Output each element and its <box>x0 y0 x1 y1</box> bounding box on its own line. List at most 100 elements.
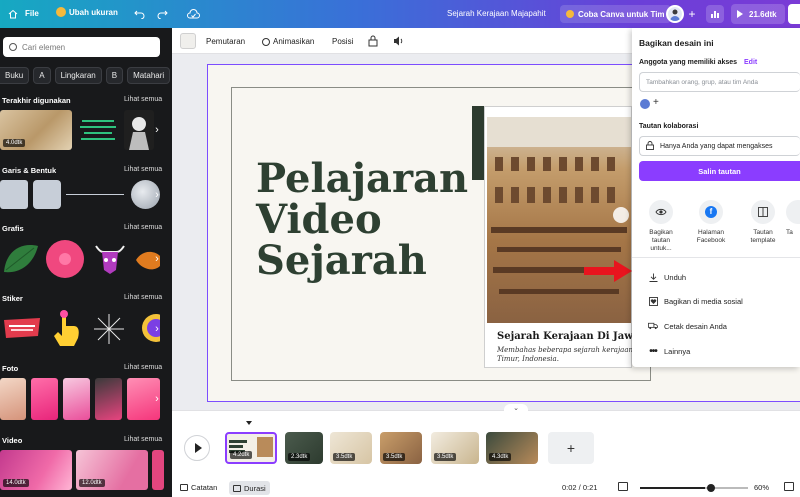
download-item[interactable]: Unduh <box>648 272 686 282</box>
access-select[interactable]: Hanya Anda yang dapat mengakses <box>639 136 800 156</box>
member-avatar[interactable] <box>639 98 651 110</box>
chip-a[interactable]: A <box>33 67 51 84</box>
timeline-clip-2[interactable]: 2.3dtk <box>285 432 323 464</box>
photo-card[interactable]: Sejarah Kerajaan Di Jawa Membahas bebera… <box>484 106 640 368</box>
invite-input[interactable]: Tambahkan orang, grup, atau tim Anda <box>639 72 800 92</box>
undo-icon[interactable] <box>132 7 146 21</box>
graphic-starburst[interactable] <box>44 238 86 280</box>
share-option-link[interactable]: Bagikan tautan untuk... <box>640 200 682 253</box>
grid-view-icon[interactable] <box>784 482 794 491</box>
photos-next-icon[interactable]: › <box>150 392 164 406</box>
color-swatch[interactable] <box>180 33 196 49</box>
share-button[interactable] <box>788 4 800 24</box>
notes-icon <box>180 484 188 491</box>
copy-link-button[interactable]: Salin tautan <box>639 161 800 181</box>
zoom-value[interactable]: 60% <box>754 483 769 492</box>
file-menu[interactable]: File <box>25 9 39 18</box>
document-title[interactable]: Sejarah Kerajaan Majapahit <box>447 9 546 18</box>
add-people-icon[interactable]: + <box>685 7 699 21</box>
option-template-label-1: Tautan <box>753 229 773 236</box>
see-all-graphics[interactable]: Lihat semua <box>124 224 162 231</box>
timeline-clip-1[interactable]: 4.2dtk <box>225 432 277 464</box>
graphics-next-icon[interactable]: › <box>150 252 164 266</box>
add-page-button[interactable]: + <box>548 432 594 464</box>
add-member-icon[interactable]: + <box>653 97 659 108</box>
card-subtitle-1[interactable]: Membahas beberapa sejarah kerajaan-k <box>497 346 641 354</box>
sticker-hand[interactable] <box>48 308 84 348</box>
timeline-collapse-icon[interactable]: ⌄ <box>504 404 528 414</box>
cloud-sync-icon[interactable] <box>186 7 200 21</box>
timeline-clip-6[interactable]: 4.3dtk <box>486 432 538 464</box>
share-option-more[interactable]: Ta <box>786 200 800 237</box>
zoom-slider-thumb[interactable] <box>706 484 715 492</box>
resize-label: Ubah ukuran <box>69 7 118 17</box>
edit-link[interactable]: Edit <box>744 59 757 66</box>
home-icon <box>6 7 20 21</box>
play-button[interactable] <box>184 435 210 461</box>
home-button[interactable] <box>6 7 20 21</box>
video-thumb-2[interactable]: 12.0dtk <box>76 450 148 490</box>
shape-square-1[interactable] <box>0 180 28 209</box>
recent-next-icon[interactable]: › <box>150 123 164 137</box>
insights-icon[interactable] <box>706 5 724 23</box>
search-input[interactable]: Cari elemen <box>3 37 160 57</box>
lines-next-icon[interactable]: › <box>150 188 164 202</box>
chip-b[interactable]: B <box>105 67 124 84</box>
photo-thumb-2[interactable] <box>31 378 58 420</box>
timeline-clip-4[interactable]: 3.5dtk <box>380 432 422 464</box>
animate-button[interactable]: Animasikan <box>262 37 314 46</box>
photo-thumb-4[interactable] <box>95 378 122 420</box>
resize-button[interactable]: Ubah ukuran <box>56 7 118 17</box>
volume-icon[interactable] <box>393 35 405 49</box>
redo-icon[interactable] <box>155 7 169 21</box>
card-title[interactable]: Sejarah Kerajaan Di Jawa <box>497 331 641 342</box>
share-option-facebook[interactable]: f Halaman Facebook <box>690 200 732 245</box>
share-option-template[interactable]: Tautan template <box>742 200 784 245</box>
see-all-stickers[interactable]: Lihat semua <box>124 294 162 301</box>
chip-buku[interactable]: Buku <box>0 67 30 84</box>
notes-button[interactable]: Catatan <box>180 483 217 492</box>
chip-lingkaran[interactable]: Lingkaran <box>54 67 102 84</box>
slide-title[interactable]: Pelajaran Video Sejarah <box>256 158 468 281</box>
chip-matahari[interactable]: Matahari <box>127 67 171 84</box>
photo-thumb-3[interactable] <box>63 378 90 420</box>
position-button[interactable]: Posisi <box>332 37 353 46</box>
title-line-1: Pelajaran <box>256 155 469 202</box>
photo-thumb-1[interactable] <box>0 378 26 420</box>
zoom-slider[interactable] <box>640 484 748 492</box>
sticker-valentine[interactable] <box>2 314 42 342</box>
see-all-recent[interactable]: Lihat semua <box>124 96 162 103</box>
fullscreen-icon[interactable] <box>618 482 628 491</box>
graphic-leaf[interactable] <box>0 238 40 278</box>
shape-line[interactable] <box>66 194 124 195</box>
avatar[interactable] <box>666 5 684 23</box>
duration-button[interactable]: Durasi <box>229 481 270 495</box>
recent-thumb-texture[interactable]: 4.0dtk <box>0 110 72 150</box>
lock-icon[interactable] <box>368 35 378 49</box>
timeline-clip-5[interactable]: 3.5dtk <box>431 432 479 464</box>
card-subtitle-2[interactable]: Timur, Indonesia. <box>497 355 559 363</box>
try-teams-button[interactable]: Coba Canva untuk Tim <box>560 5 671 23</box>
print-item[interactable]: Cetak desain Anda <box>648 321 727 331</box>
graphic-bull[interactable] <box>90 238 130 278</box>
photo-scroll-button[interactable] <box>613 207 629 223</box>
social-share-item[interactable]: Bagikan di media sosial <box>648 296 743 306</box>
colosseum-photo[interactable] <box>487 117 631 323</box>
video-thumb-1[interactable]: 14.0dtk <box>0 450 72 490</box>
more-item[interactable]: ••• Lainnya <box>648 346 690 357</box>
playback-button[interactable]: Pemutaran <box>206 37 245 46</box>
recent-thumb-pattern[interactable] <box>76 110 120 150</box>
video-thumb-3[interactable] <box>152 450 164 490</box>
shape-square-2[interactable] <box>33 180 61 209</box>
see-all-videos[interactable]: Lihat semua <box>124 436 162 443</box>
stickers-next-icon[interactable]: › <box>150 322 164 336</box>
time-readout: 0:02 / 0:21 <box>562 483 598 492</box>
clip-6-badge: 4.3dtk <box>489 453 512 461</box>
see-all-photos[interactable]: Lihat semua <box>124 364 162 371</box>
sticker-sparkle[interactable] <box>92 312 126 346</box>
see-all-lines[interactable]: Lihat semua <box>124 166 162 173</box>
timeline-clip-3[interactable]: 3.5dtk <box>330 432 372 464</box>
crown-icon <box>56 7 66 17</box>
present-button[interactable]: 21.6dtk <box>731 4 785 24</box>
zoom-slider-fill <box>640 487 705 489</box>
